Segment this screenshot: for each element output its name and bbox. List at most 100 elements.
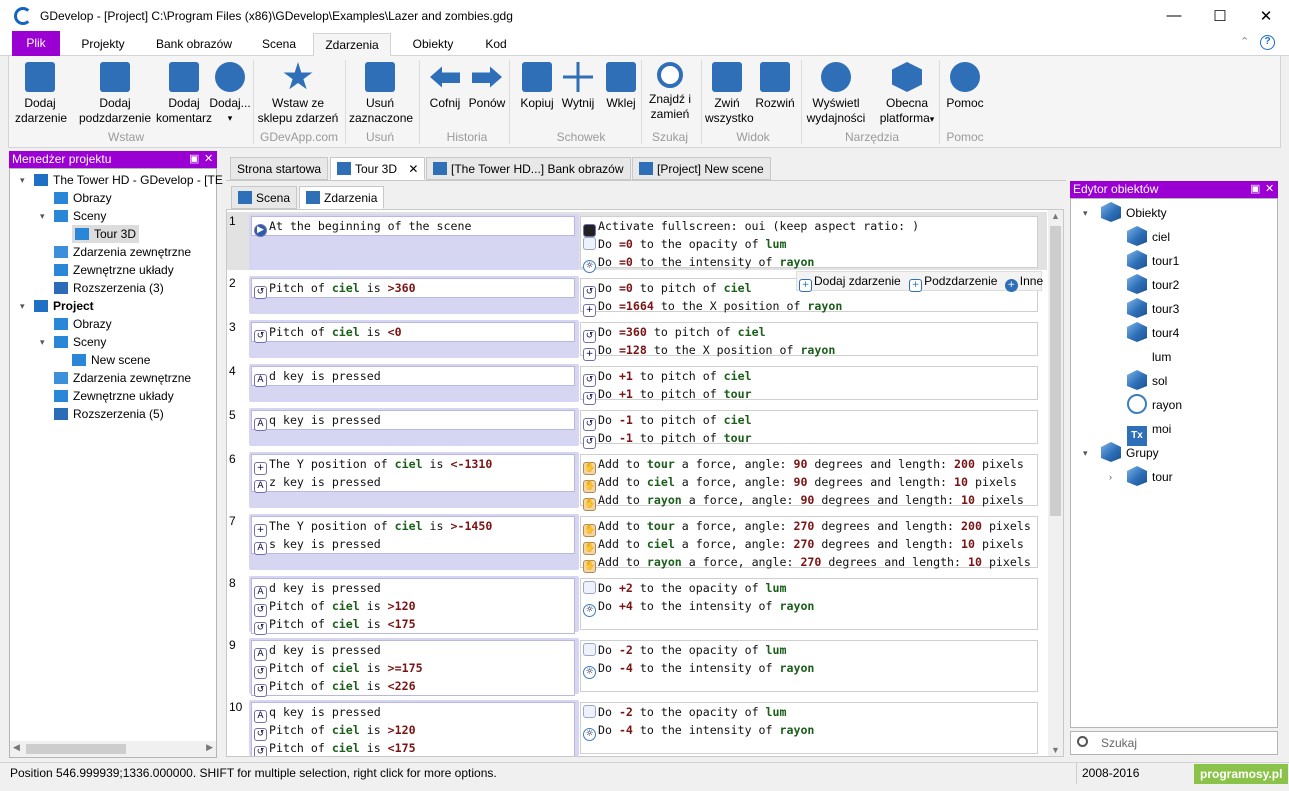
project-tree-item[interactable]: Rozszerzenia (5) [54,405,164,423]
ribbon-button-copy[interactable]: Kopiuj [513,62,561,111]
tab-obiekty[interactable]: Obiekty [400,33,466,56]
ribbon-button-cut[interactable]: Wytnij [559,62,597,111]
condition-item[interactable]: ↺ Pitch of ciel is <226 [254,677,416,697]
actions-block[interactable]: Do +2 to the opacity of lum ☼ Do +4 to the… [580,578,1038,630]
object-search-box[interactable]: Szukaj [1070,731,1278,755]
conditions-block[interactable]: Ad key is pressed ↺ Pitch of ciel is >120 ↺… [249,576,579,635]
tab-kod[interactable]: Kod [474,33,518,56]
collapse-ribbon-icon[interactable]: ⌃ [1240,35,1249,48]
scroll-right-icon[interactable]: ▶ [206,742,213,753]
close-button[interactable]: ✕ [1243,0,1289,31]
ribbon-button-platform[interactable]: Obecna platforma▾ [875,62,939,127]
actions-block[interactable]: ✋ Add to tour a force, angle: 90 degrees … [580,454,1038,511]
document-tab[interactable]: Strona startowa [230,157,329,180]
document-tab[interactable]: [The Tower HD...] Bank obrazów [426,157,631,180]
condition-item[interactable]: ↺ Pitch of ciel is >=175 [254,659,423,679]
actions-block[interactable]: ✋ Add to tour a force, angle: 270 degrees… [580,516,1038,573]
actions-block[interactable]: ↺ Do +1 to pitch of ciel ↺ Do +1 to pitch o… [580,366,1038,405]
action-item[interactable]: ↺ Do =0 to pitch of ciel [583,279,752,299]
tab-projekty[interactable]: Projekty [66,33,140,56]
expander-icon[interactable]: ▾ [40,207,45,225]
conditions-block[interactable]: ↺ Pitch of ciel is >360 [249,276,579,314]
events-vertical-scrollbar[interactable]: ▲ ▼ [1048,210,1063,756]
event-row[interactable]: 4 Ad key is pressed ↺ Do +1 to pitch of cie… [227,362,1047,405]
ribbon-button-redo[interactable]: Ponów [465,62,509,111]
conditions-block[interactable]: Aq key is pressed ↺ Pitch of ciel is >120 ↺… [249,700,579,756]
object-tree-item[interactable]: rayon [1127,394,1182,416]
project-tree-item[interactable]: ▾ Sceny [40,207,106,225]
object-tree-item[interactable]: › tour [1109,466,1173,488]
ribbon-button-collapse-all[interactable]: Zwiń wszystko [705,62,754,126]
ribbon-button-search[interactable]: Znajdź i zamień [645,62,695,122]
conditions-block[interactable]: Ad key is pressed ↺ Pitch of ciel is >=175… [249,638,579,697]
scrollbar-thumb[interactable] [26,744,126,754]
tab-zdarzenia[interactable]: Zdarzenia [313,33,391,57]
project-tree-item[interactable]: ▾ Project [20,297,94,315]
actions-block[interactable]: Do -2 to the opacity of lum ☼ Do -4 to the… [580,640,1038,692]
ribbon-button-help[interactable]: Pomoc [941,62,989,111]
condition-item[interactable]: Ad key is pressed [254,367,381,387]
expander-icon[interactable]: ▾ [40,333,45,351]
condition-item[interactable]: + The Y position of ciel is <-1310 [254,455,492,475]
event-row[interactable]: 3 ↺ Pitch of ciel is <0 ↺ Do =360 to pitch o… [227,318,1047,361]
action-item[interactable]: ☼ Do +4 to the intensity of rayon [583,597,814,617]
document-tab[interactable]: Tour 3D ✕ [330,157,426,180]
scroll-left-icon[interactable]: ◀ [13,742,20,753]
condition-item[interactable]: As key is pressed [254,535,381,555]
action-item[interactable]: ☼ Do -4 to the intensity of rayon [583,659,814,679]
add-subevent-inline-button[interactable]: Podzdarzenie [924,274,997,288]
float-panel-icon[interactable]: ▣ [189,151,199,168]
scroll-up-icon[interactable]: ▲ [1051,211,1060,221]
ribbon-button-add-event[interactable]: Dodaj zdarzenie [15,62,67,126]
condition-item[interactable]: ↺ Pitch of ciel is >120 [254,721,416,741]
action-item[interactable]: ✋ Add to rayon a force, angle: 90 degrees… [583,491,1024,511]
condition-item[interactable]: Aq key is pressed [254,703,381,723]
project-tree-item[interactable]: Zdarzenia zewnętrzne [54,369,191,387]
action-item[interactable]: ↺ Do +1 to pitch of ciel [583,367,752,387]
project-tree-item[interactable]: New scene [72,351,150,369]
action-item[interactable]: ↺ Do -1 to pitch of tour [583,429,752,449]
add-event-inline-button[interactable]: Dodaj zdarzenie [814,274,901,288]
search-input[interactable]: Szukaj [1101,736,1137,750]
object-tree-item[interactable]: lum [1127,346,1171,368]
action-item[interactable]: ↺ Do -1 to pitch of ciel [583,411,752,431]
ribbon-button-profiler[interactable]: Wyświetl wydajności [805,62,867,126]
subtab-events[interactable]: Zdarzenia [299,186,385,209]
event-row[interactable]: 8Ad key is pressed ↺ Pitch of ciel is >120… [227,574,1047,635]
condition-item[interactable]: Aq key is pressed [254,411,381,431]
expander-icon[interactable]: ▾ [1083,202,1088,224]
expander-icon[interactable]: ▾ [20,171,25,189]
tab-scena[interactable]: Scena [248,33,310,56]
object-tree-item[interactable]: tour2 [1127,274,1179,296]
condition-item[interactable]: ▶ At the beginning of the scene [254,217,471,237]
condition-item[interactable]: ↺ Pitch of ciel is <175 [254,739,416,756]
event-row[interactable]: 7 + The Y position of ciel is >-1450 As key… [227,512,1047,573]
minimize-button[interactable]: — [1151,0,1197,31]
action-item[interactable]: ↺ Do +1 to pitch of tour [583,385,752,405]
close-panel-icon[interactable]: ✕ [204,151,213,168]
action-item[interactable]: + Do =1664 to the X position of rayon [583,297,842,317]
conditions-block[interactable]: + The Y position of ciel is >-1450 As key … [249,514,579,570]
float-panel-icon[interactable]: ▣ [1250,181,1260,198]
object-tree-item[interactable]: sol [1127,370,1167,392]
project-tree-item[interactable]: Zewnętrzne układy [54,261,174,279]
conditions-block[interactable]: ↺ Pitch of ciel is <0 [249,320,579,358]
condition-item[interactable]: + The Y position of ciel is >-1450 [254,517,492,537]
action-item[interactable]: ■ Activate fullscreen: oui (keep aspect r… [583,217,919,237]
project-tree-item[interactable]: Zdarzenia zewnętrzne [54,243,191,261]
object-tree-item[interactable]: tour1 [1127,250,1179,272]
event-row[interactable]: 10 Aq key is pressed ↺ Pitch of ciel is >12… [227,698,1047,756]
conditions-block[interactable]: + The Y position of ciel is <-1310 Az key … [249,452,579,508]
action-item[interactable]: ☼ Do -4 to the intensity of rayon [583,721,814,741]
project-tree-item[interactable]: Zewnętrzne układy [54,387,174,405]
action-item[interactable]: ↺ Do =360 to pitch of ciel [583,323,766,343]
condition-item[interactable]: ↺ Pitch of ciel is >360 [254,279,416,299]
condition-item[interactable]: ↺ Pitch of ciel is <175 [254,615,416,635]
ribbon-button-add-more[interactable]: Dodaj... ▾ [207,62,253,126]
event-row[interactable]: 9Ad key is pressed ↺ Pitch of ciel is >=17… [227,636,1047,697]
action-item[interactable]: ✋ Add to tour a force, angle: 270 degrees… [583,517,1031,537]
action-item[interactable]: Do +2 to the opacity of lum [583,579,787,597]
help-icon[interactable]: ? [1260,35,1275,50]
project-tree-item[interactable]: Rozszerzenia (3) [54,279,164,297]
event-row[interactable]: 1 ▶ At the beginning of the scene ■ Activate… [227,212,1047,273]
